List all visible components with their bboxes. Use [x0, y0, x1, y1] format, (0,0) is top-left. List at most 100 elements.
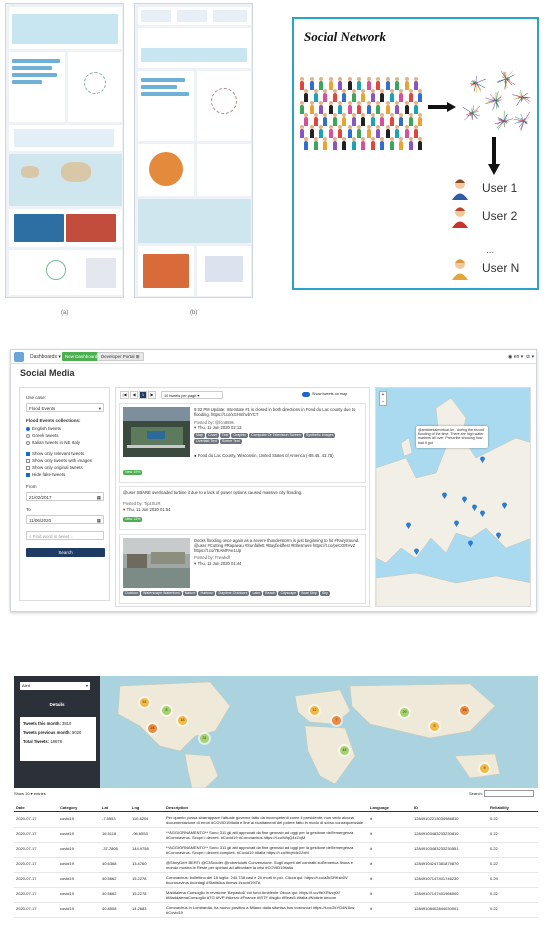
tweet-author[interactable]: Posted by: Frewkdf — [194, 555, 230, 560]
map-pin-icon[interactable] — [480, 450, 485, 463]
table-row[interactable]: 2020-07-17 covid19 -7.5553 110.8204 Per quan… — [14, 813, 538, 828]
tweet-map[interactable]: + − @ambientalevirtual An . during the re… — [375, 387, 531, 607]
show-on-map-toggle[interactable] — [302, 392, 310, 397]
tweet-author[interactable]: Posted by: TipzSUR — [123, 501, 160, 506]
column-header[interactable]: ID — [414, 805, 486, 810]
column-header[interactable]: Lng — [132, 805, 164, 810]
map-pin-icon[interactable] — [468, 534, 473, 547]
map-pin-icon[interactable] — [462, 490, 467, 503]
table-cell: 13.4760 — [132, 861, 147, 866]
next-page-button[interactable]: ▶ — [148, 391, 156, 399]
person-head — [347, 77, 352, 81]
checkbox-icon — [26, 465, 30, 470]
per-page-select[interactable]: 10 tweets per page ▾ — [161, 391, 223, 399]
word-search-input[interactable]: ⌕ Find word in tweet... — [26, 531, 104, 540]
checkbox-images[interactable]: Show only tweets with images — [26, 458, 92, 463]
column-header[interactable]: Lat — [102, 805, 130, 810]
checkbox-original[interactable]: Show only original tweets — [26, 465, 83, 470]
cluster-marker[interactable]: 51 — [140, 698, 149, 707]
alert-dropdown[interactable]: Alert ▾ — [20, 682, 90, 690]
dashboards-menu[interactable]: Dashboards ▾ — [30, 354, 61, 360]
person-figure — [414, 129, 418, 138]
world-cluster-map[interactable]: 51 8 18 24 31 12 7 29 5 16 44 9 — [100, 676, 538, 788]
radio-greek[interactable]: Greek tweets — [26, 433, 59, 438]
person-head — [389, 137, 394, 141]
cluster-marker[interactable]: 7 — [332, 716, 341, 725]
tweet-card[interactable]: Docks flooding once again as a severe th… — [119, 534, 366, 604]
map-pin-icon[interactable] — [442, 486, 447, 499]
cluster-marker[interactable]: 44 — [340, 746, 349, 755]
table-row[interactable]: 2020-07-17 covid19 16.5118 -96.6553 **AGGIOR… — [14, 828, 538, 843]
developer-portal-button[interactable]: Developer Portal ⊞ — [97, 352, 144, 361]
tweet-date-row: ♥ Thu, 11 Jun 2020 01:54 — [123, 507, 171, 512]
zoom-in-button[interactable]: + — [380, 392, 386, 399]
radio-english[interactable]: English tweets — [26, 426, 61, 431]
column-header[interactable]: Description — [166, 805, 366, 810]
table-row[interactable]: 2020-07-17 covid19 40.5662 15.2278 Coronavir… — [14, 873, 538, 888]
user-n-item: User N — [452, 257, 542, 281]
cluster-marker[interactable]: 29 — [400, 708, 409, 717]
tweet-image — [123, 538, 190, 588]
from-date-input[interactable]: 21/02/2017 ▦ — [26, 492, 104, 501]
map-pin-icon[interactable] — [480, 504, 485, 517]
prev-page-button[interactable]: ◀ — [130, 391, 138, 399]
cluster-marker[interactable]: 9 — [480, 764, 489, 773]
show-entries-select[interactable]: Show 10 ▾ entries — [14, 791, 46, 796]
person-figure — [361, 93, 365, 102]
status-badge: New 13% — [123, 517, 143, 522]
map-pin-icon[interactable] — [496, 526, 501, 539]
person-figure — [395, 105, 399, 114]
cluster-marker[interactable]: 18 — [178, 716, 187, 725]
zoom-out-button[interactable]: − — [380, 399, 386, 406]
from-label: From — [26, 484, 37, 489]
person-figure — [328, 129, 333, 138]
checkbox-relevant[interactable]: Show only relevant tweets — [26, 451, 84, 456]
table-row[interactable]: 2020-07-17 covid19 40.5662 15.2278 Maddalena… — [14, 888, 538, 903]
cluster-marker[interactable]: 24 — [148, 724, 157, 733]
first-page-button[interactable]: |◀ — [120, 391, 129, 399]
new-dashboard-button[interactable]: New Dashboard — [62, 352, 101, 361]
cluster-marker[interactable]: 16 — [460, 706, 469, 715]
radio-italian[interactable]: Italian tweets in NE Italy — [26, 440, 80, 445]
help-menu[interactable]: ⊘ ▾ — [526, 354, 534, 360]
page-1-button[interactable]: 1 — [139, 391, 147, 399]
table-row[interactable]: 2020-07-17 covid19 40.8508 14.2683 Coronavir… — [14, 903, 538, 918]
cluster-marker[interactable]: 31 — [200, 734, 209, 743]
table-cell: 0.22 — [490, 891, 498, 896]
cluster-marker[interactable]: 5 — [430, 722, 439, 731]
table-row[interactable]: 2020-07-17 covid19 40.6368 13.4760 @StoryDeH… — [14, 858, 538, 873]
checkbox-icon — [26, 451, 30, 456]
column-header[interactable]: Date — [16, 805, 58, 810]
person-head — [319, 77, 323, 81]
social-media-app: Dashboards ▾ New Dashboard Developer Por… — [10, 349, 537, 612]
person-figure — [357, 129, 361, 138]
column-header[interactable]: Reliability — [490, 805, 536, 810]
table-row[interactable]: 2020-07-17 covid19 -37.7805 144.9758 **AGGIO… — [14, 843, 538, 858]
column-header[interactable]: Category — [60, 805, 100, 810]
table-cell: -37.7805 — [102, 846, 118, 851]
person-figure — [338, 81, 342, 90]
tweet-card[interactable]: 9:32 PM Update: Interstate #1 is closed … — [119, 403, 366, 483]
checkbox-hide-fake[interactable]: Hide fake tweets — [26, 472, 65, 477]
person-head — [414, 125, 418, 129]
search-button[interactable]: Search — [26, 548, 105, 557]
checkbox-label: Show only original tweets — [32, 465, 83, 470]
map-pin-icon[interactable] — [454, 514, 459, 527]
map-pin-icon[interactable] — [472, 498, 477, 511]
table-search-input[interactable] — [484, 790, 534, 797]
map-pin-icon[interactable] — [414, 542, 419, 555]
zoom-control[interactable]: + − — [379, 391, 387, 406]
table-cell: 12849107147401966000 — [414, 891, 459, 896]
cluster-marker[interactable]: 12 — [310, 706, 319, 715]
table-cell: 2020-07-17 — [16, 891, 37, 896]
column-header[interactable]: Language — [370, 805, 410, 810]
map-pin-icon[interactable] — [502, 496, 507, 509]
person-head — [351, 113, 356, 117]
map-pin-icon[interactable] — [406, 516, 411, 529]
use-case-select[interactable]: Flood Events ▾ — [26, 403, 104, 412]
tweet-card[interactable]: @user SBARE overloaded turbine it due to… — [119, 486, 366, 530]
cluster-marker[interactable]: 8 — [162, 706, 171, 715]
user-1-label: User 1 — [482, 181, 518, 195]
user-menu[interactable]: ◉ en ▾ — [508, 354, 523, 360]
to-date-input[interactable]: 11/06/2020 ▦ — [26, 515, 104, 524]
